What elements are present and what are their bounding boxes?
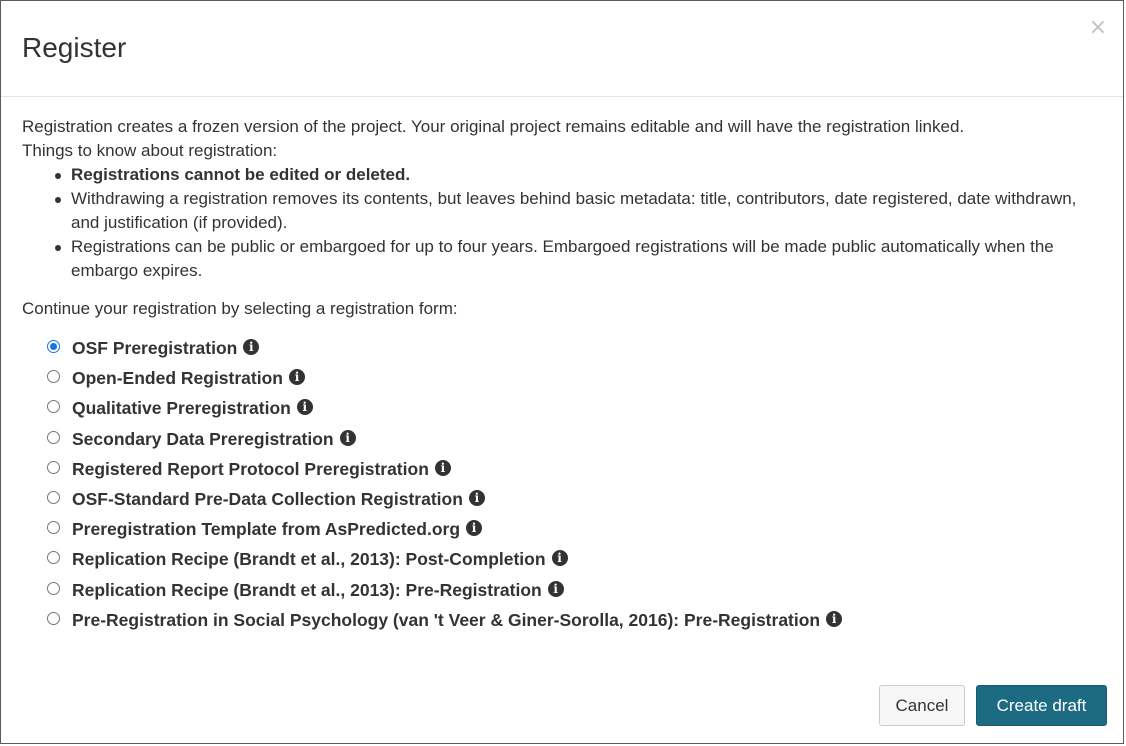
dialog-header: Register × xyxy=(1,1,1123,97)
register-dialog: Register × Registration creates a frozen… xyxy=(0,0,1124,744)
radio-button[interactable] xyxy=(47,581,60,595)
radio-button[interactable] xyxy=(47,460,60,474)
form-label[interactable]: Qualitative Preregistration xyxy=(72,396,291,420)
form-label[interactable]: OSF Preregistration xyxy=(72,336,237,360)
registration-form-option[interactable]: Secondary Data Preregistration i xyxy=(22,424,1093,454)
form-label[interactable]: OSF-Standard Pre-Data Collection Registr… xyxy=(72,487,463,511)
registration-form-option[interactable]: Registered Report Protocol Preregistrati… xyxy=(22,454,1093,484)
things-heading: Things to know about registration: xyxy=(22,141,278,160)
intro-text: Registration creates a frozen version of… xyxy=(22,117,965,136)
registration-form-option[interactable]: Open-Ended Registration i xyxy=(22,363,1093,393)
info-circle-icon[interactable]: i xyxy=(466,520,483,537)
form-label[interactable]: Registered Report Protocol Preregistrati… xyxy=(72,457,429,481)
form-label[interactable]: Open-Ended Registration xyxy=(72,366,283,390)
radio-button[interactable] xyxy=(47,551,60,565)
cancel-button[interactable]: Cancel xyxy=(879,685,965,726)
info-circle-icon[interactable]: i xyxy=(468,490,485,507)
create-draft-button[interactable]: Create draft xyxy=(976,685,1107,726)
form-label[interactable]: Replication Recipe (Brandt et al., 2013)… xyxy=(72,578,542,602)
select-prompt: Continue your registration by selecting … xyxy=(22,299,458,318)
form-label[interactable]: Replication Recipe (Brandt et al., 2013)… xyxy=(72,547,546,571)
registration-form-option[interactable]: Replication Recipe (Brandt et al., 2013)… xyxy=(22,575,1093,605)
close-icon[interactable]: × xyxy=(1087,17,1109,39)
radio-button[interactable] xyxy=(47,340,60,353)
form-label[interactable]: Secondary Data Preregistration xyxy=(72,427,334,451)
registration-form-option[interactable]: OSF Preregistration i xyxy=(22,333,1093,363)
radio-button[interactable] xyxy=(47,490,60,504)
form-label[interactable]: Pre-Registration in Social Psychology (v… xyxy=(72,608,820,632)
info-circle-icon[interactable]: i xyxy=(826,610,843,627)
registration-form-list: OSF Preregistration i Open-Ended Registrat… xyxy=(22,333,1093,635)
rules-list: Registrations cannot be edited or delete… xyxy=(22,163,1093,283)
radio-button[interactable] xyxy=(47,400,60,414)
info-circle-icon[interactable]: i xyxy=(551,550,568,567)
radio-button[interactable] xyxy=(47,430,60,444)
dialog-title: Register xyxy=(22,32,127,63)
rule-item: Registrations cannot be edited or delete… xyxy=(55,163,1093,187)
dialog-body: Registration creates a frozen version of… xyxy=(22,115,1093,635)
registration-form-option[interactable]: Qualitative Preregistration i xyxy=(22,393,1093,423)
rule-item: Registrations can be public or embargoed… xyxy=(55,235,1093,283)
registration-form-option[interactable]: Pre-Registration in Social Psychology (v… xyxy=(22,605,1093,635)
info-circle-icon[interactable]: i xyxy=(339,429,356,446)
registration-form-option[interactable]: Preregistration Template from AsPredicte… xyxy=(22,514,1093,544)
info-circle-icon[interactable]: i xyxy=(243,339,260,356)
form-label[interactable]: Preregistration Template from AsPredicte… xyxy=(72,517,460,541)
radio-button[interactable] xyxy=(47,521,60,535)
info-circle-icon[interactable]: i xyxy=(547,580,564,597)
registration-form-option[interactable]: Replication Recipe (Brandt et al., 2013)… xyxy=(22,544,1093,574)
radio-button[interactable] xyxy=(47,611,60,625)
info-circle-icon[interactable]: i xyxy=(296,399,313,416)
rule-item: Withdrawing a registration removes its c… xyxy=(55,187,1093,235)
info-circle-icon[interactable]: i xyxy=(434,459,451,476)
info-circle-icon[interactable]: i xyxy=(288,369,305,386)
radio-button[interactable] xyxy=(47,370,60,384)
registration-form-option[interactable]: OSF-Standard Pre-Data Collection Registr… xyxy=(22,484,1093,514)
